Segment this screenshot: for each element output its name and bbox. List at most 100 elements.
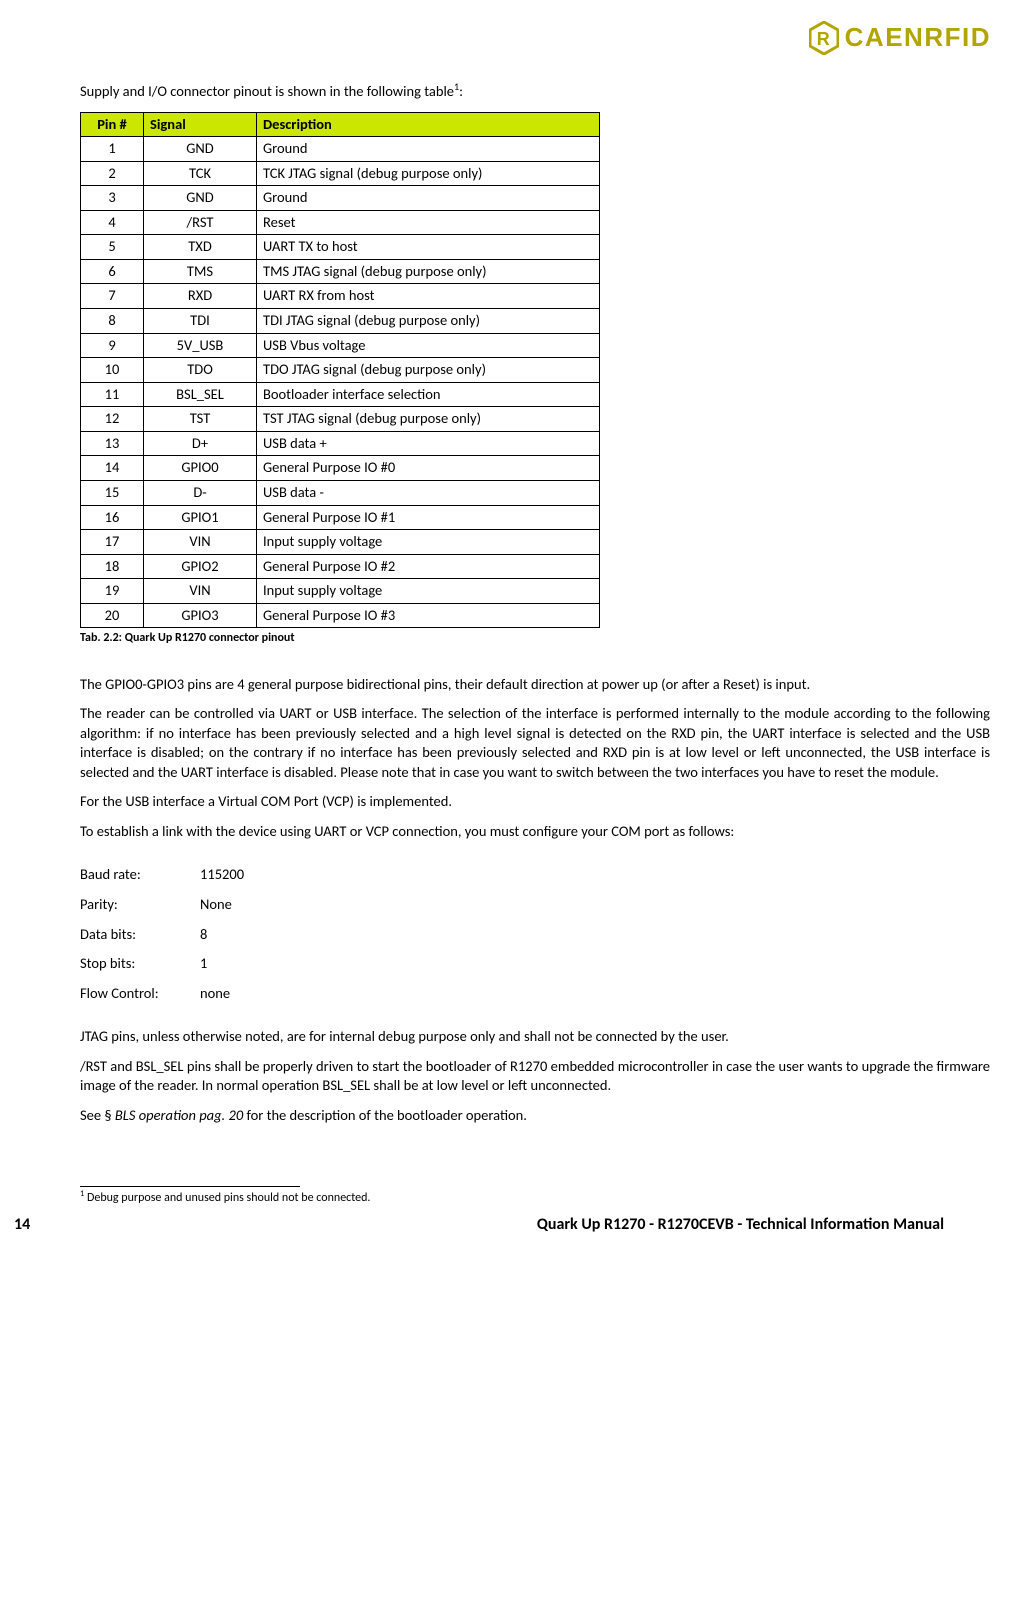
col-pin: Pin #	[81, 112, 144, 137]
cell-pin: 14	[81, 456, 144, 481]
table-header-row: Pin # Signal Description	[81, 112, 600, 137]
pinout-table: Pin # Signal Description 1GNDGround2TCKT…	[80, 112, 600, 629]
cell-pin: 12	[81, 407, 144, 432]
footer-title: Quark Up R1270 - R1270CEVB - Technical I…	[537, 1214, 944, 1236]
setting-label: Parity:	[80, 895, 200, 915]
cell-pin: 9	[81, 333, 144, 358]
cell-desc: USB Vbus voltage	[257, 333, 600, 358]
cell-pin: 11	[81, 382, 144, 407]
setting-label: Stop bits:	[80, 954, 200, 974]
cell-desc: TMS JTAG signal (debug purpose only)	[257, 259, 600, 284]
table-row: 18GPIO2General Purpose IO #2	[81, 554, 600, 579]
cell-desc: General Purpose IO #0	[257, 456, 600, 481]
cell-desc: TDI JTAG signal (debug purpose only)	[257, 309, 600, 334]
paragraph-see: See § BLS operation pag. 20 for the desc…	[80, 1106, 990, 1126]
table-row: 7RXDUART RX from host	[81, 284, 600, 309]
table-row: 15D-USB data -	[81, 480, 600, 505]
cell-desc: UART TX to host	[257, 235, 600, 260]
table-row: 19VINInput supply voltage	[81, 579, 600, 604]
com-settings: Baud rate:115200Parity:NoneData bits:8St…	[80, 865, 990, 1003]
cell-desc: Ground	[257, 186, 600, 211]
cell-pin: 17	[81, 530, 144, 555]
cell-desc: Reset	[257, 210, 600, 235]
cell-signal: GND	[144, 137, 257, 162]
cell-pin: 10	[81, 358, 144, 383]
cell-desc: Input supply voltage	[257, 530, 600, 555]
cell-signal: TST	[144, 407, 257, 432]
paragraph-interface: The reader can be controlled via UART or…	[80, 704, 990, 782]
cell-signal: TDI	[144, 309, 257, 334]
table-row: 2TCKTCK JTAG signal (debug purpose only)	[81, 161, 600, 186]
cell-pin: 3	[81, 186, 144, 211]
footnote-separator	[80, 1186, 300, 1187]
paragraph-jtag: JTAG pins, unless otherwise noted, are f…	[80, 1027, 990, 1047]
intro-text: Supply and I/O connector pinout is shown…	[80, 80, 990, 101]
settings-row: Parity:None	[80, 895, 990, 915]
table-row: 20GPIO3General Purpose IO #3	[81, 603, 600, 628]
cell-pin: 20	[81, 603, 144, 628]
paragraph-rst: /RST and BSL_SEL pins shall be properly …	[80, 1057, 990, 1096]
setting-label: Baud rate:	[80, 865, 200, 885]
brand-text: CAENRFID	[845, 20, 991, 55]
cell-signal: /RST	[144, 210, 257, 235]
cell-pin: 16	[81, 505, 144, 530]
setting-value: 115200	[200, 865, 244, 885]
cell-desc: Input supply voltage	[257, 579, 600, 604]
cell-desc: General Purpose IO #1	[257, 505, 600, 530]
cell-signal: BSL_SEL	[144, 382, 257, 407]
table-row: 1GNDGround	[81, 137, 600, 162]
table-row: 95V_USBUSB Vbus voltage	[81, 333, 600, 358]
cell-signal: TXD	[144, 235, 257, 260]
cell-signal: GPIO3	[144, 603, 257, 628]
cell-signal: D-	[144, 480, 257, 505]
cell-desc: USB data -	[257, 480, 600, 505]
settings-row: Data bits:8	[80, 925, 990, 945]
col-signal: Signal	[144, 112, 257, 137]
cell-desc: TST JTAG signal (debug purpose only)	[257, 407, 600, 432]
page-number: 14	[14, 1214, 30, 1236]
cell-pin: 15	[81, 480, 144, 505]
cell-pin: 18	[81, 554, 144, 579]
table-row: 6TMSTMS JTAG signal (debug purpose only)	[81, 259, 600, 284]
cell-pin: 8	[81, 309, 144, 334]
table-row: 4/RSTReset	[81, 210, 600, 235]
table-row: 14GPIO0General Purpose IO #0	[81, 456, 600, 481]
table-row: 3GNDGround	[81, 186, 600, 211]
cell-signal: TMS	[144, 259, 257, 284]
cell-desc: General Purpose IO #3	[257, 603, 600, 628]
table-row: 16GPIO1General Purpose IO #1	[81, 505, 600, 530]
paragraph-gpio: The GPIO0-GPIO3 pins are 4 general purpo…	[80, 675, 990, 695]
table-row: 5TXDUART TX to host	[81, 235, 600, 260]
cell-desc: USB data +	[257, 431, 600, 456]
cell-signal: RXD	[144, 284, 257, 309]
cell-pin: 6	[81, 259, 144, 284]
cell-signal: TDO	[144, 358, 257, 383]
brand-logo: R CAENRFID	[809, 20, 991, 55]
table-row: 13D+USB data +	[81, 431, 600, 456]
setting-label: Flow Control:	[80, 984, 200, 1004]
cell-desc: TDO JTAG signal (debug purpose only)	[257, 358, 600, 383]
settings-row: Stop bits:1	[80, 954, 990, 974]
cell-signal: VIN	[144, 530, 257, 555]
table-row: 11BSL_SELBootloader interface selection	[81, 382, 600, 407]
table-row: 10TDOTDO JTAG signal (debug purpose only…	[81, 358, 600, 383]
setting-label: Data bits:	[80, 925, 200, 945]
cell-signal: GPIO2	[144, 554, 257, 579]
cell-signal: TCK	[144, 161, 257, 186]
hexagon-r-icon: R	[809, 21, 839, 55]
cell-pin: 4	[81, 210, 144, 235]
cell-desc: Bootloader interface selection	[257, 382, 600, 407]
footnote: 1 Debug purpose and unused pins should n…	[80, 1189, 990, 1206]
cell-signal: D+	[144, 431, 257, 456]
cell-signal: VIN	[144, 579, 257, 604]
setting-value: None	[200, 895, 232, 915]
cell-desc: General Purpose IO #2	[257, 554, 600, 579]
table-row: 12TSTTST JTAG signal (debug purpose only…	[81, 407, 600, 432]
cell-signal: GPIO0	[144, 456, 257, 481]
settings-row: Baud rate:115200	[80, 865, 990, 885]
svg-text:R: R	[816, 29, 831, 49]
cell-pin: 7	[81, 284, 144, 309]
setting-value: 1	[200, 954, 207, 974]
cell-signal: GPIO1	[144, 505, 257, 530]
setting-value: none	[200, 984, 230, 1004]
